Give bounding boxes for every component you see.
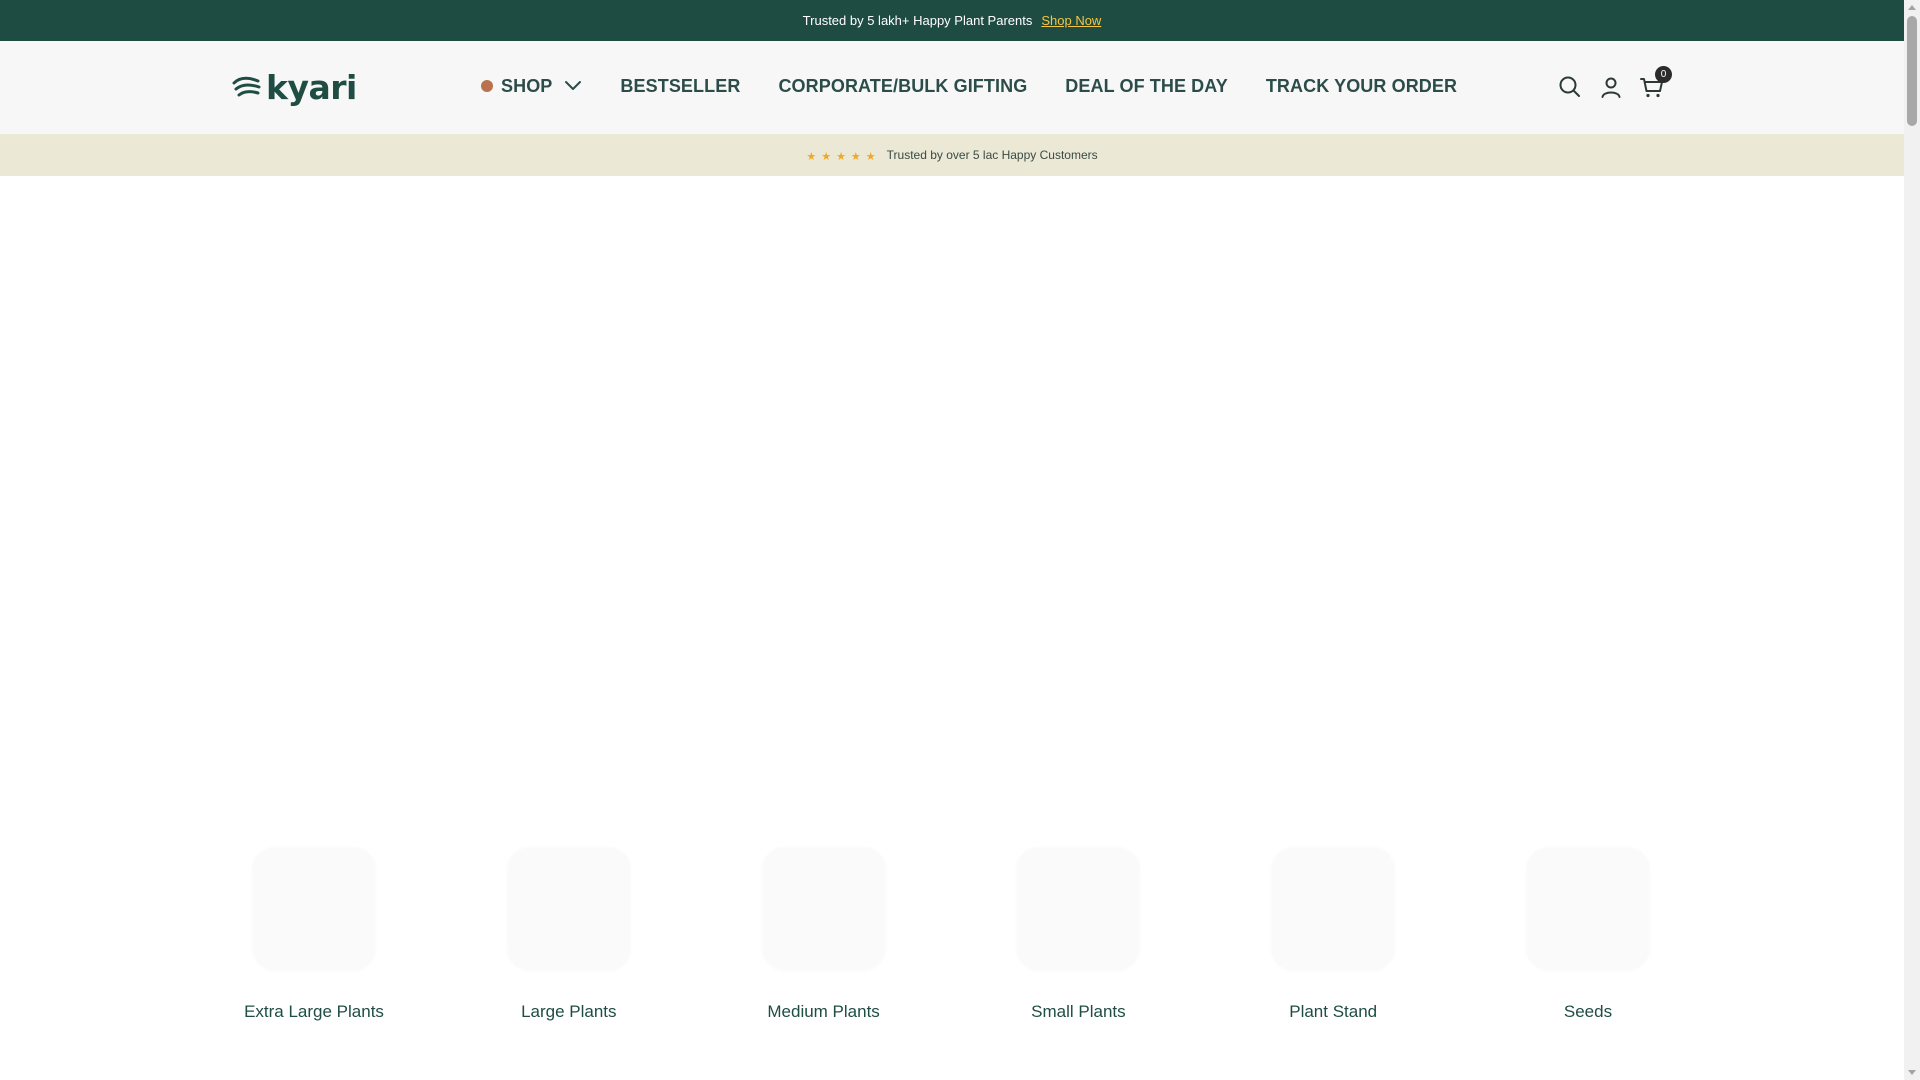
- category-seeds[interactable]: Seeds: [1488, 848, 1688, 1022]
- hero-banner: [0, 176, 1904, 826]
- trust-bar: ★★★★★ Trusted by over 5 lac Happy Custom…: [0, 134, 1904, 176]
- category-extra-large-plants[interactable]: Extra Large Plants: [214, 848, 414, 1022]
- category-label: Seeds: [1563, 1002, 1613, 1021]
- category-small-plants[interactable]: Small Plants: [978, 848, 1178, 1022]
- category-label: Plant Stand: [1289, 1002, 1378, 1021]
- account-icon[interactable]: [1597, 73, 1625, 101]
- category-list: Extra Large Plants Large Plants Medium P…: [214, 848, 1688, 1022]
- nav-corporate-gifting[interactable]: CORPORATE/BULK GIFTING: [778, 76, 1027, 97]
- leaf-logo-icon: [232, 76, 261, 97]
- logo-text: kyari: [266, 67, 357, 107]
- cart-count-badge: 0: [1655, 66, 1672, 83]
- category-thumbnail: [253, 848, 375, 970]
- main-nav: SHOP BESTSELLER CORPORATE/BULK GIFTING D…: [481, 71, 1457, 101]
- scrollbar-thumb[interactable]: [1907, 16, 1917, 126]
- category-label: Small Plants: [1031, 1002, 1126, 1021]
- announcement-text: Trusted by 5 lakh+ Happy Plant Parents: [802, 13, 1033, 28]
- category-large-plants[interactable]: Large Plants: [469, 848, 669, 1022]
- kyari-logo[interactable]: kyari: [232, 67, 357, 107]
- category-plant-stand[interactable]: Plant Stand: [1233, 848, 1433, 1022]
- category-thumbnail: [507, 848, 630, 970]
- category-thumbnail: [1272, 848, 1395, 970]
- nav-deal-of-the-day[interactable]: DEAL OF THE DAY: [1065, 76, 1228, 97]
- category-thumbnail: [1526, 848, 1649, 970]
- header-actions: 0: [1556, 66, 1672, 101]
- category-label: Medium Plants: [767, 1002, 880, 1021]
- search-icon[interactable]: [1556, 73, 1584, 101]
- announcement-bar: Trusted by 5 lakh+ Happy Plant Parents S…: [0, 0, 1904, 41]
- nav-shop-label: SHOP: [501, 75, 553, 96]
- scroll-down-arrow-icon[interactable]: [1908, 1070, 1916, 1075]
- site-header: kyari SHOP BESTSELLER CORPORATE/BULK GIF…: [0, 41, 1904, 134]
- shop-dot-icon: [481, 80, 493, 92]
- vertical-scrollbar[interactable]: [1904, 0, 1920, 1080]
- category-medium-plants[interactable]: Medium Plants: [724, 848, 924, 1022]
- chevron-down-icon: [564, 80, 582, 92]
- shop-now-link[interactable]: Shop Now: [1041, 13, 1101, 28]
- cart-icon[interactable]: 0: [1638, 66, 1672, 101]
- nav-bestseller[interactable]: BESTSELLER: [620, 76, 740, 97]
- trust-text: Trusted by over 5 lac Happy Customers: [886, 148, 1098, 162]
- category-thumbnail: [762, 848, 885, 970]
- nav-shop[interactable]: SHOP: [481, 76, 582, 97]
- category-thumbnail: [1017, 848, 1140, 970]
- category-label: Extra Large Plants: [244, 1002, 384, 1021]
- category-label: Large Plants: [521, 1002, 617, 1021]
- scroll-up-arrow-icon[interactable]: [1908, 5, 1916, 10]
- rating-stars-icon: ★★★★★: [806, 150, 881, 163]
- nav-track-order[interactable]: TRACK YOUR ORDER: [1266, 76, 1457, 97]
